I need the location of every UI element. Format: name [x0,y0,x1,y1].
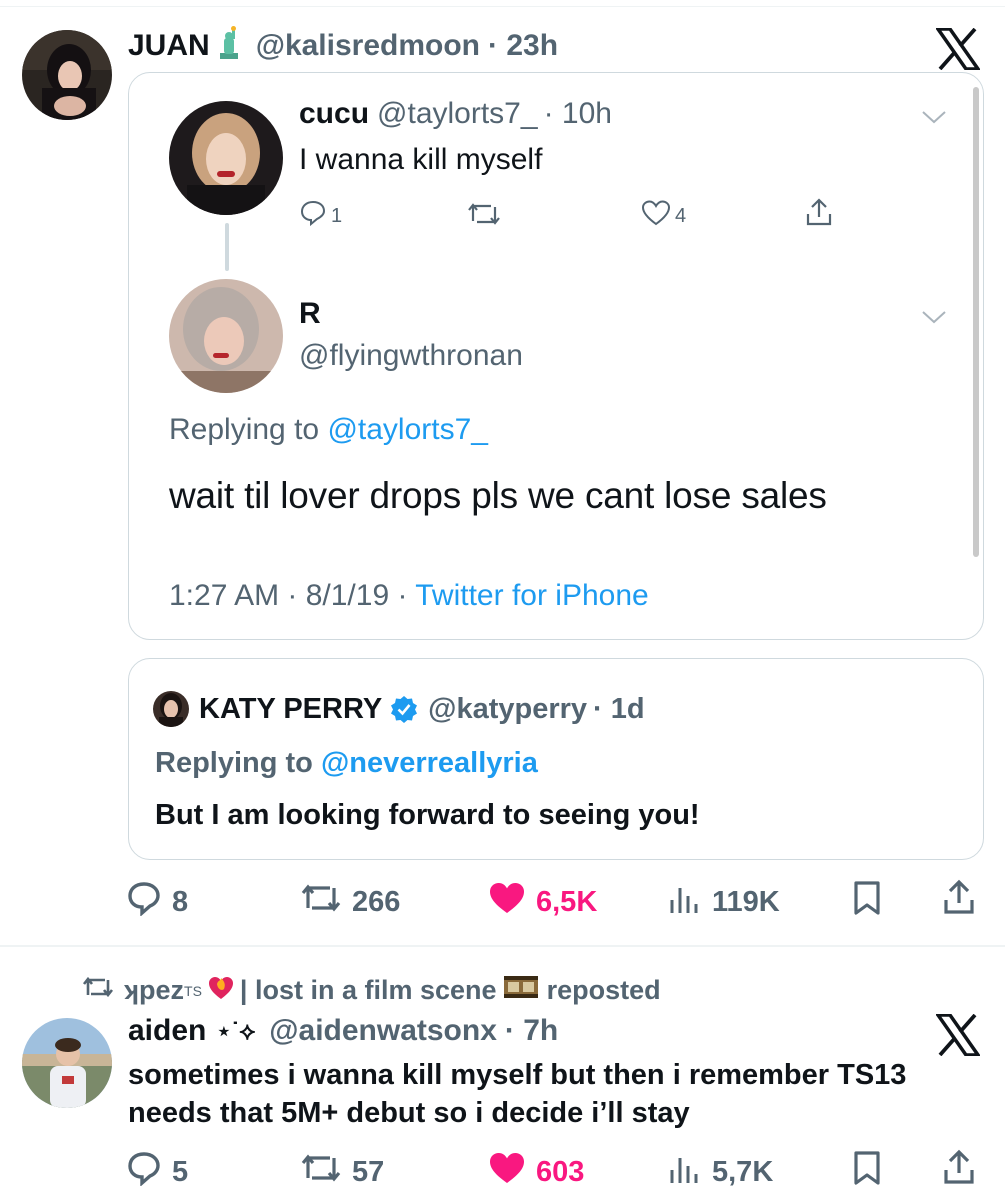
views-bar-chart-icon [668,880,702,924]
reposter-tail: | lost in a film scene [239,975,497,1005]
katy-avatar [153,691,189,727]
share-icon [942,1148,976,1194]
r-source: Twitter for iPhone [415,579,649,612]
author-handle[interactable]: @aidenwatsonx [269,1014,497,1048]
cucu-reply-action: 1 [299,199,342,233]
quote-time: · 1d [593,692,645,725]
quote-header: KATY PERRY @katyperry · 1d [153,691,645,727]
like-button[interactable]: 603 [488,1150,584,1194]
retweet-icon [467,201,501,233]
views-bar-chart-icon [668,1150,702,1194]
quote-replying-prefix: Replying to [155,747,321,779]
top-divider [0,6,1005,7]
r-avatar [169,279,283,393]
quote-author-handle: @katyperry [428,692,588,725]
reply-button[interactable]: 8 [126,880,188,924]
reposter-sup: TS [184,982,202,999]
repost-context[interactable]: ʞpez TS | lost in a film scene reposted [82,972,661,1009]
repost-icon [300,882,342,922]
statue-of-liberty-icon [216,26,242,65]
share-icon [805,197,833,233]
r-name: R [299,297,321,330]
cucu-header: cucu @taylorts7_ · 10h [299,97,612,131]
heart-outline-icon [641,199,671,233]
comment-icon [126,880,162,924]
thread-line [225,223,229,271]
comment-icon [126,1150,162,1194]
cucu-like-count: 4 [675,204,687,227]
reply-count: 8 [172,885,189,918]
share-button[interactable] [942,1148,976,1194]
repost-button[interactable]: 266 [300,882,400,922]
author-decoration: ⋆˙⟡ [216,1017,256,1045]
bookmark-button[interactable] [852,1150,882,1194]
tweet-divider [0,945,1005,947]
r-handle: @flyingwthronan [299,339,523,372]
author-name[interactable]: aiden [128,1014,206,1048]
tweet-text: sometimes i wanna kill myself but then i… [128,1059,907,1129]
film-frames-icon [503,972,539,1009]
repost-button[interactable]: 57 [300,1152,384,1192]
heart-on-fire-icon [206,972,236,1009]
r-timestamp: 1:27 AM · 8/1/19 · [169,579,416,612]
repost-icon [300,1152,342,1192]
like-button[interactable]: 6,5K [488,880,597,924]
reposter-name: ʞpez [124,975,185,1005]
reply-button[interactable]: 5 [126,1150,188,1194]
aiden-avatar[interactable] [22,1018,112,1108]
tweet1-header: JUAN @kalisredmoon · 23h [128,26,558,65]
reposted-label: reposted [546,975,661,1005]
bookmark-button[interactable] [852,880,882,924]
quote-replying-to: Replying to @neverreallyria [155,747,538,780]
views-count: 119K [712,885,780,918]
verified-badge-icon [390,695,418,723]
heart-filled-icon [488,880,526,924]
quote-author-name: KATY PERRY [199,692,383,725]
comment-icon [299,199,327,233]
cucu-handle: @taylorts7_ [377,97,538,130]
screenshot-scrollbar [973,87,979,557]
x-logo-icon [934,1013,982,1061]
heart-filled-icon [488,1150,526,1194]
cucu-text: I wanna kill myself [299,143,543,176]
juan-avatar[interactable] [22,30,112,120]
replying-handle-link: @taylorts7_ [327,413,488,446]
views-button[interactable]: 119K [668,880,780,924]
author-handle[interactable]: @kalisredmoon [256,29,480,63]
views-count: 5,7K [712,1155,774,1188]
cucu-time: · 10h [543,97,612,130]
quoted-tweet[interactable]: KATY PERRY @katyperry · 1d Replying to @… [128,658,984,860]
author-name[interactable]: JUAN [128,29,210,63]
x-logo-icon [934,27,982,75]
r-meta: 1:27 AM · 8/1/19 · Twitter for iPhone [169,579,649,613]
post-time[interactable]: · 23h [488,29,558,63]
tweet2-header: aiden ⋆˙⟡ @aidenwatsonx · 7h [128,1014,558,1048]
share-icon [942,878,976,924]
embedded-screenshot[interactable]: cucu @taylorts7_ · 10h I wanna kill myse… [128,72,984,640]
repost-count: 57 [352,1155,385,1188]
views-button[interactable]: 5,7K [668,1150,773,1194]
chevron-down-icon [921,309,947,330]
cucu-avatar [169,101,283,215]
cucu-reply-count: 1 [331,204,343,227]
like-count: 6,5K [536,885,598,918]
r-replying-to: Replying to @taylorts7_ [169,413,488,447]
post-time[interactable]: · 7h [505,1014,558,1048]
cucu-like-action: 4 [641,199,686,233]
quote-text: But I am looking forward to seeing you! [155,799,700,831]
bookmark-icon [852,1150,882,1194]
bookmark-icon [852,880,882,924]
replying-prefix: Replying to [169,413,328,446]
chevron-down-icon [921,109,947,130]
share-button[interactable] [942,878,976,924]
quote-replying-handle[interactable]: @neverreallyria [321,747,538,779]
cucu-share-action [805,197,833,233]
r-text: wait til lover drops pls we cant lose sa… [169,475,827,516]
cucu-name: cucu [299,97,370,130]
reply-count: 5 [172,1155,189,1188]
cucu-retweet-action [467,201,501,233]
repost-count: 266 [352,885,401,918]
like-count: 603 [536,1155,585,1188]
repost-icon [82,975,114,1006]
